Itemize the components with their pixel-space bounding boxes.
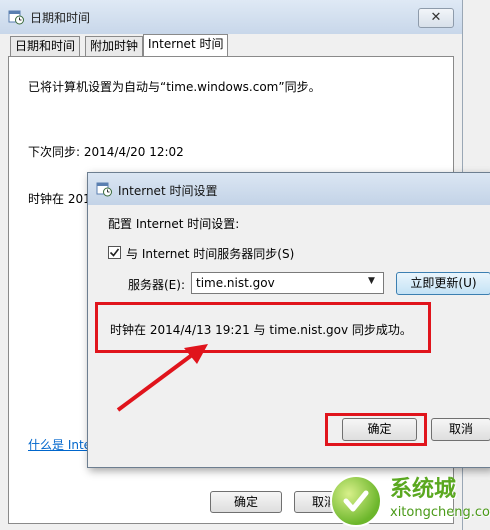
server-select-value: time.nist.gov (196, 276, 275, 290)
watermark-text: 系统城 (390, 477, 457, 502)
server-select[interactable]: time.nist.gov ▼ (191, 272, 384, 294)
dialog-titlebar[interactable]: Internet 时间设置 (88, 173, 490, 205)
logo-icon (330, 475, 382, 527)
watermark: 系统城 xitongcheng.com (320, 465, 490, 530)
highlight-box-ok (325, 413, 427, 446)
watermark-url: xitongcheng.com (390, 505, 490, 520)
sync-status-text: 已将计算机设置为自动与“time.windows.com”同步。 (28, 80, 321, 94)
tab-additional-clocks[interactable]: 附加时钟 (85, 36, 144, 56)
tab-internet-time[interactable]: Internet 时间 (143, 34, 229, 57)
calendar-clock-icon (8, 10, 24, 25)
close-icon[interactable]: ✕ (418, 8, 454, 28)
sync-checkbox[interactable] (108, 246, 121, 259)
calendar-clock-icon (96, 182, 112, 197)
dialog-title: Internet 时间设置 (118, 184, 218, 198)
chevron-down-icon[interactable]: ▼ (368, 276, 375, 286)
window-title: 日期和时间 (30, 11, 91, 25)
checkmark-icon (109, 248, 120, 257)
update-now-button[interactable]: 立即更新(U) (396, 272, 490, 295)
ok-button[interactable]: 确定 (210, 491, 282, 513)
dialog-cancel-button[interactable]: 取消 (431, 418, 490, 441)
sync-checkbox-label[interactable]: 与 Internet 时间服务器同步(S) (126, 245, 294, 262)
main-titlebar[interactable]: 日期和时间 ✕ (0, 0, 462, 34)
next-sync-text: 下次同步: 2014/4/20 12:02 (28, 145, 184, 159)
config-label: 配置 Internet 时间设置: (108, 217, 240, 231)
tab-date-time[interactable]: 日期和时间 (10, 36, 81, 56)
clock-sync-text: 时钟在 201 (28, 192, 91, 206)
highlight-box-result (95, 302, 431, 353)
server-label: 服务器(E): (128, 278, 185, 292)
help-link[interactable]: 什么是 Inte (28, 436, 91, 453)
